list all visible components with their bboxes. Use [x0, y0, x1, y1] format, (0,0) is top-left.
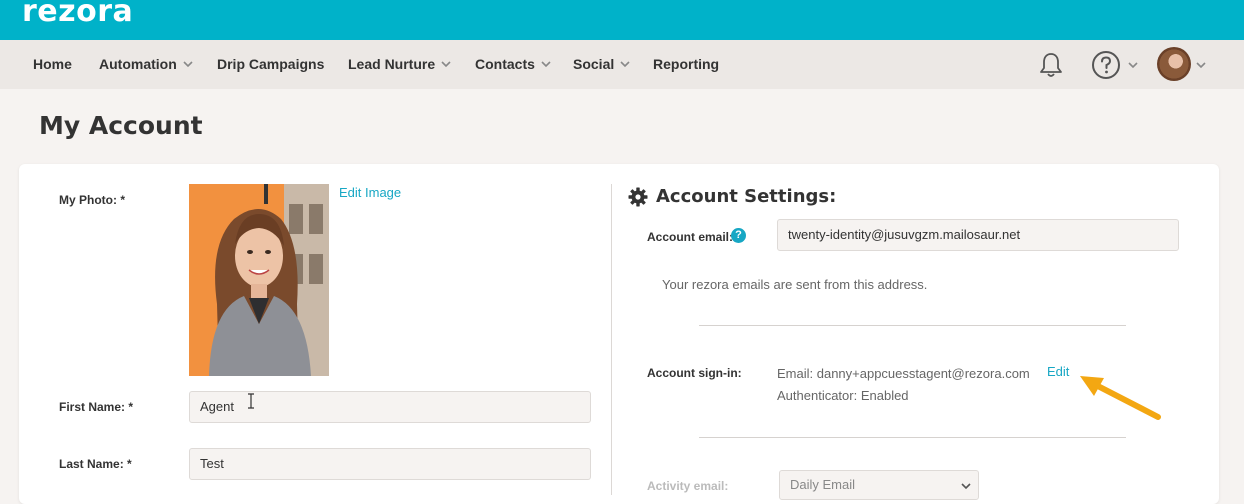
- arrow-annotation-icon: [1080, 376, 1161, 420]
- bell-icon[interactable]: [1038, 51, 1064, 79]
- nav-label: Home: [33, 56, 72, 72]
- page-title: My Account: [39, 111, 203, 140]
- rezora-logo[interactable]: rezora: [22, 0, 133, 29]
- chevron-down-icon: [541, 61, 551, 68]
- sign-in-email: Email: danny+appcuesstagent@rezora.com: [777, 366, 1030, 381]
- last-name-input[interactable]: Test: [189, 448, 591, 480]
- user-avatar[interactable]: [1157, 47, 1191, 81]
- section-divider: [699, 325, 1126, 326]
- nav-label: Social: [573, 56, 615, 72]
- help-icon[interactable]: ?: [731, 228, 746, 243]
- sign-in-authenticator: Authenticator: Enabled: [777, 388, 909, 403]
- last-name-label: Last Name: *: [59, 457, 132, 471]
- chevron-down-icon: [441, 61, 451, 68]
- nav-social[interactable]: Social: [573, 56, 631, 72]
- activity-email-select[interactable]: Daily Email: [779, 470, 979, 500]
- nav-drip-campaigns[interactable]: Drip Campaigns: [217, 56, 324, 72]
- chevron-down-icon: [620, 61, 630, 68]
- account-email-note: Your rezora emails are sent from this ad…: [662, 277, 928, 292]
- activity-email-label: Activity email:: [647, 479, 729, 493]
- account-settings-title: Account Settings:: [656, 186, 837, 207]
- section-divider: [699, 437, 1126, 438]
- chevron-down-icon: [183, 61, 193, 68]
- my-photo-label: My Photo: *: [59, 193, 125, 207]
- first-name-label: First Name: *: [59, 400, 134, 414]
- column-divider: [611, 184, 612, 495]
- account-email-label: Account email:: [647, 230, 734, 244]
- account-sign-in-label: Account sign-in:: [647, 366, 742, 380]
- text-cursor-icon: [248, 393, 254, 409]
- nav-contacts[interactable]: Contacts: [475, 56, 552, 72]
- nav-label: Lead Nurture: [348, 56, 436, 72]
- nav-label: Reporting: [653, 56, 720, 72]
- nav-label: Automation: [99, 56, 177, 72]
- profile-photo-illustration: [189, 184, 329, 376]
- nav-label: Drip Campaigns: [217, 56, 325, 72]
- chevron-down-icon[interactable]: [1127, 61, 1139, 69]
- nav-label: Contacts: [475, 56, 535, 72]
- gear-icon: [628, 187, 648, 207]
- nav-automation[interactable]: Automation: [99, 56, 194, 72]
- nav-reporting[interactable]: Reporting: [653, 56, 719, 72]
- top-brand-bar: rezora: [0, 0, 1244, 40]
- nav-lead-nurture[interactable]: Lead Nurture: [348, 56, 452, 72]
- help-circle-icon[interactable]: [1091, 50, 1121, 80]
- account-email-input[interactable]: twenty-identity@jusuvgzm.mailosaur.net: [777, 219, 1179, 251]
- edit-image-link[interactable]: Edit Image: [339, 185, 401, 200]
- chevron-down-icon[interactable]: [1195, 61, 1207, 69]
- activity-email-value: Daily Email: [790, 477, 856, 492]
- chevron-down-icon: [961, 483, 971, 490]
- edit-sign-in-link[interactable]: Edit: [1047, 364, 1069, 379]
- nav-home[interactable]: Home: [33, 56, 72, 72]
- profile-photo: [189, 184, 329, 376]
